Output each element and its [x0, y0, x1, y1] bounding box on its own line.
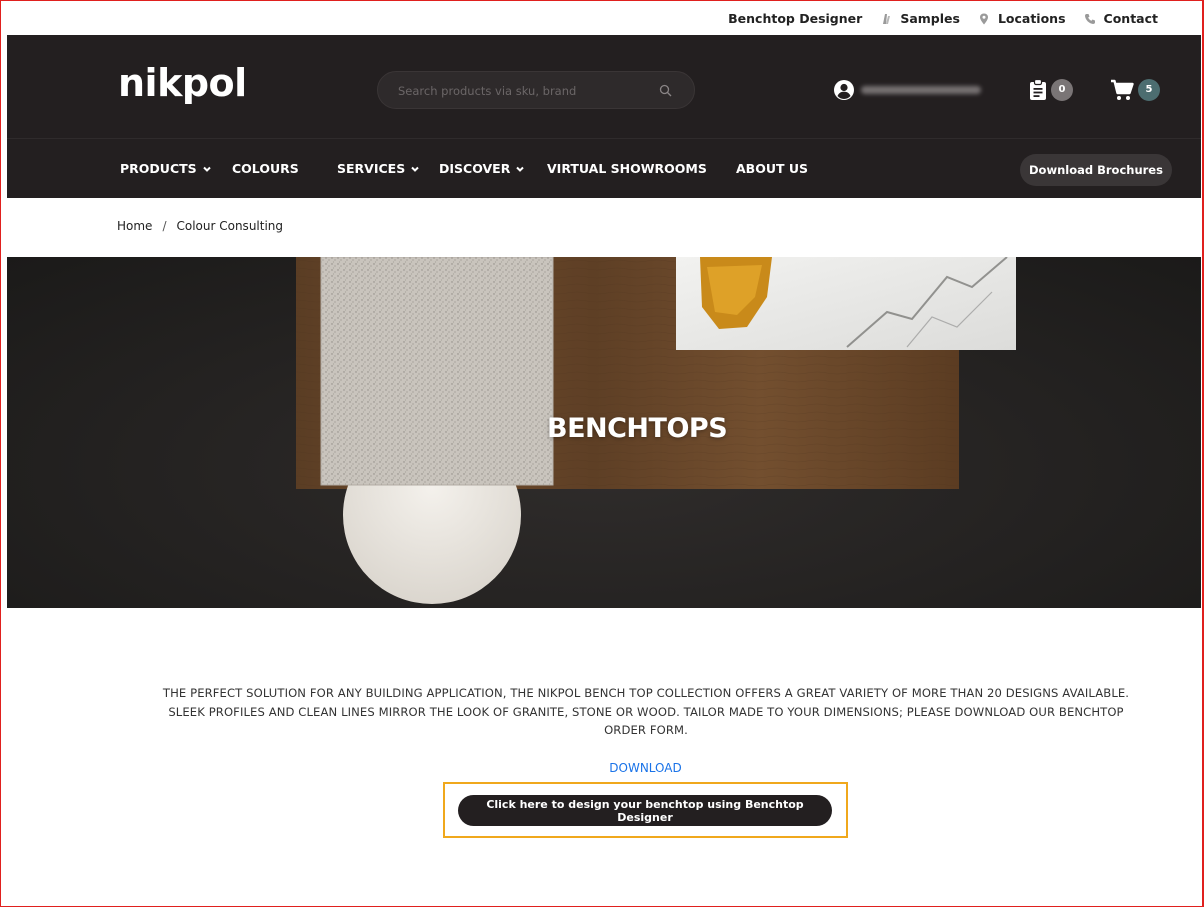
nav-item-discover-label: DISCOVER	[439, 161, 511, 176]
locations-link[interactable]: Locations	[978, 11, 1066, 26]
utility-links: Benchtop Designer Samples Locations Cont…	[728, 11, 1158, 26]
breadcrumb: Home / Colour Consulting	[117, 219, 283, 233]
nav-item-products[interactable]: PRODUCTS	[120, 161, 212, 176]
phone-icon	[1084, 13, 1095, 24]
nav-item-about-us-label: ABOUT US	[736, 161, 809, 176]
locations-label: Locations	[997, 11, 1066, 26]
samples-icon	[883, 13, 891, 24]
nav-item-colours-label: COLOURS	[232, 161, 299, 176]
hero-title: BENCHTOPS	[547, 413, 728, 444]
cart-count-badge: 5	[1138, 79, 1160, 101]
breadcrumb-current: Colour Consulting	[176, 219, 284, 233]
contact-link[interactable]: Contact	[1084, 11, 1158, 26]
user-icon	[834, 80, 854, 100]
description-line-2: SLEEK PROFILES AND CLEAN LINES MIRROR TH…	[168, 704, 1124, 719]
search-box[interactable]	[377, 71, 695, 109]
account-menu[interactable]	[833, 77, 1003, 103]
chevron-down-icon	[516, 166, 525, 172]
nav-item-services[interactable]: SERVICES	[337, 161, 420, 176]
breadcrumb-home[interactable]: Home	[117, 219, 152, 233]
site-header: nikpol 0 5	[7, 35, 1201, 138]
search-icon[interactable]	[659, 84, 672, 97]
map-pin-icon	[979, 13, 988, 24]
contact-label: Contact	[1103, 11, 1158, 26]
nav-item-virtual-showrooms-label: VIRTUAL SHOWROOMS	[547, 161, 707, 176]
description-line-3: ORDER FORM.	[604, 723, 688, 737]
nav-item-discover[interactable]: DISCOVER	[439, 161, 525, 176]
account-name-blurred	[861, 86, 981, 94]
nav-item-services-label: SERVICES	[337, 161, 406, 176]
nav-item-virtual-showrooms[interactable]: VIRTUAL SHOWROOMS	[547, 161, 707, 176]
benchtop-designer-button[interactable]: Click here to design your benchtop using…	[458, 795, 832, 826]
nav-item-products-label: PRODUCTS	[120, 161, 197, 176]
quote-list-button[interactable]: 0	[1029, 79, 1073, 101]
search-input[interactable]	[396, 82, 660, 100]
clipboard-icon	[1030, 79, 1046, 100]
benchtop-designer-link[interactable]: Benchtop Designer	[728, 11, 862, 26]
chevron-down-icon	[202, 166, 211, 172]
utility-bar: Benchtop Designer Samples Locations Cont…	[0, 0, 1204, 35]
download-brochures-button[interactable]: Download Brochures	[1020, 154, 1172, 186]
nav-item-about-us[interactable]: ABOUT US	[736, 161, 808, 176]
quote-count-badge: 0	[1051, 79, 1073, 101]
main-nav: PRODUCTS COLOURS SERVICES DISCOVER VIRTU…	[7, 138, 1201, 198]
download-order-form-link[interactable]: DOWNLOAD	[0, 761, 1204, 775]
nav-item-colours[interactable]: COLOURS	[232, 161, 299, 176]
shopping-cart-icon	[1111, 79, 1134, 100]
breadcrumb-separator: /	[162, 219, 167, 233]
benchtop-designer-label: Benchtop Designer	[728, 11, 863, 26]
nikpol-logo[interactable]: nikpol	[118, 64, 247, 102]
benchtop-description: THE PERFECT SOLUTION FOR ANY BUILDING AP…	[117, 684, 1175, 740]
samples-label: Samples	[900, 11, 960, 26]
hero-banner: BENCHTOPS	[7, 257, 1201, 608]
chevron-down-icon	[411, 166, 419, 172]
samples-link[interactable]: Samples	[880, 11, 960, 26]
description-line-1: THE PERFECT SOLUTION FOR ANY BUILDING AP…	[162, 686, 1130, 700]
cart-button[interactable]: 5	[1110, 79, 1160, 101]
